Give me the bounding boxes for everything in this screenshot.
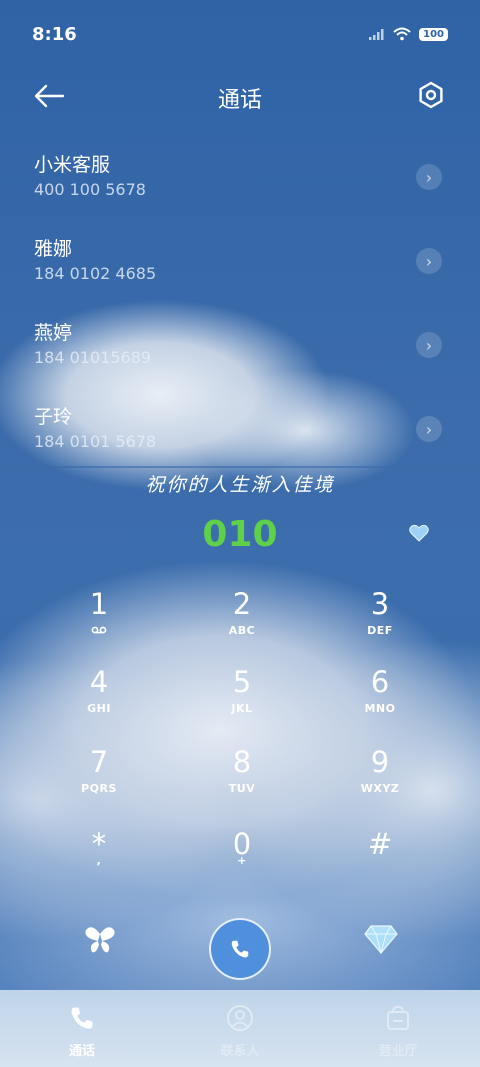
contact-number: 400 100 5678: [34, 180, 146, 199]
heart-icon[interactable]: [409, 524, 429, 542]
key-letters: PQRS: [81, 782, 117, 795]
tab-calls[interactable]: 通话: [42, 1004, 122, 1059]
key-star[interactable]: * ,: [39, 826, 159, 896]
key-hash[interactable]: #: [320, 826, 440, 896]
key-letters: ABC: [228, 624, 256, 637]
key-letters: JKL: [231, 702, 253, 715]
key-letters: +: [237, 854, 247, 867]
signal-icon: [369, 29, 384, 40]
tab-service-hall[interactable]: 营业厅: [358, 1004, 438, 1059]
list-item[interactable]: 燕婷 184 01015689 ›: [0, 316, 480, 400]
key-3[interactable]: 3 DEF: [320, 586, 440, 656]
chevron-right-icon[interactable]: ›: [416, 164, 442, 190]
key-letters: GHI: [87, 702, 111, 715]
service-hall-icon: [387, 1005, 409, 1030]
list-item[interactable]: 雅娜 184 0102 4685 ›: [0, 232, 480, 316]
call-button[interactable]: [209, 918, 271, 980]
key-4[interactable]: 4 GHI: [39, 664, 159, 734]
bottom-tab-bar: 通话 联系人 营业厅: [0, 990, 480, 1067]
key-5[interactable]: 5 JKL: [182, 664, 302, 734]
key-letters: DEF: [367, 624, 393, 637]
status-bar: 8:16 100: [32, 22, 448, 46]
key-digit: 1: [89, 587, 109, 621]
diamond-icon[interactable]: [364, 924, 398, 954]
key-digit: 7: [89, 745, 109, 779]
key-8[interactable]: 8 TUV: [182, 744, 302, 814]
phone-icon: [71, 1007, 93, 1029]
contact-name: 燕婷: [34, 322, 73, 344]
dialed-number[interactable]: 010: [0, 514, 480, 555]
status-time: 8:16: [32, 23, 77, 45]
contact-number: 184 0102 4685: [34, 264, 157, 283]
chevron-right-icon[interactable]: ›: [416, 248, 442, 274]
key-digit: 4: [89, 665, 109, 699]
tab-label: 通话: [68, 1044, 95, 1059]
chevron-right-icon[interactable]: ›: [416, 332, 442, 358]
key-9[interactable]: 9 WXYZ: [320, 744, 440, 814]
slogan-text: 祝你的人生渐入佳境: [145, 474, 335, 496]
key-digit: 8: [232, 745, 252, 779]
settings-icon[interactable]: [416, 80, 446, 110]
contact-name: 雅娜: [34, 238, 73, 260]
app-header: 通话: [0, 76, 480, 116]
key-6[interactable]: 6 MNO: [320, 664, 440, 734]
butterfly-icon[interactable]: [84, 924, 116, 956]
key-digit: 9: [370, 745, 390, 779]
contact-name: 子玲: [34, 406, 73, 428]
key-2[interactable]: 2 ABC: [182, 586, 302, 656]
key-digit: 5: [232, 665, 252, 699]
wifi-icon: [393, 27, 411, 41]
tab-label: 营业厅: [378, 1044, 418, 1059]
key-digit: 3: [370, 587, 390, 621]
key-7[interactable]: 7 PQRS: [39, 744, 159, 814]
key-0[interactable]: 0 +: [182, 826, 302, 896]
key-digit: 6: [370, 665, 390, 699]
key-letters: WXYZ: [360, 782, 400, 795]
key-digit: #: [367, 827, 393, 861]
dialer-actions: [0, 918, 480, 980]
list-item[interactable]: 小米客服 400 100 5678 ›: [0, 148, 480, 232]
recent-calls-list: 小米客服 400 100 5678 › 雅娜 184 0102 4685 › 燕…: [0, 148, 480, 484]
key-digit: 2: [232, 587, 252, 621]
voicemail-icon: [39, 624, 159, 637]
tab-contacts[interactable]: 联系人: [200, 1004, 280, 1059]
key-letters: ,: [96, 854, 102, 867]
tab-label: 联系人: [220, 1044, 260, 1059]
key-letters: MNO: [364, 702, 396, 715]
battery-icon: 100: [419, 27, 448, 41]
contact-number: 184 0101 5678: [34, 432, 157, 451]
contact-number: 184 01015689: [34, 348, 152, 367]
chevron-right-icon[interactable]: ›: [416, 416, 442, 442]
contacts-icon: [227, 1005, 253, 1031]
page-title: 通话: [217, 88, 262, 113]
phone-icon: [231, 940, 249, 958]
key-1[interactable]: 1: [39, 586, 159, 656]
key-letters: TUV: [228, 782, 256, 795]
contact-name: 小米客服: [34, 154, 111, 176]
